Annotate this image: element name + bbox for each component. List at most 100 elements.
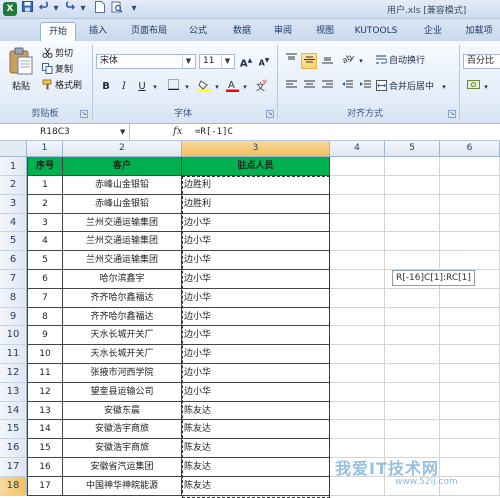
borders-button[interactable] [164, 79, 182, 95]
column-header[interactable]: 4 [330, 141, 385, 157]
table-cell[interactable]: 安徽省汽运集团 [63, 458, 182, 477]
cell[interactable] [330, 157, 385, 176]
font-color-button[interactable]: A [223, 79, 241, 95]
row-header[interactable]: 3 [0, 194, 27, 214]
row-header[interactable]: 16 [0, 439, 27, 458]
table-cell[interactable]: 边小华 [182, 382, 330, 402]
row-header[interactable]: 4 [0, 213, 27, 233]
table-cell[interactable]: 边小华 [182, 213, 330, 233]
tab-page-layout[interactable]: 页面布局 [122, 22, 176, 41]
insert-function-icon[interactable]: fx [173, 124, 182, 140]
row-header[interactable]: 12 [0, 364, 27, 383]
underline-dropdown-icon[interactable]: ▾ [150, 79, 160, 95]
cell[interactable] [385, 364, 440, 383]
decrease-indent-button[interactable] [339, 79, 355, 95]
cell[interactable] [330, 345, 385, 364]
table-cell[interactable]: 兰州交通运输集团 [63, 213, 182, 233]
cell[interactable] [385, 157, 440, 176]
table-cell[interactable]: 赤峰山金银铅 [63, 194, 182, 214]
phonetic-button[interactable]: 文字 [252, 79, 270, 95]
table-cell[interactable]: 6 [27, 270, 63, 289]
cell[interactable] [440, 364, 500, 383]
cell[interactable] [330, 326, 385, 346]
row-header[interactable]: 1 [0, 157, 27, 176]
tab-enterprise[interactable]: 企业 [415, 22, 451, 41]
cell[interactable] [385, 176, 440, 195]
accounting-dropdown-icon[interactable]: ▾ [482, 79, 490, 95]
table-cell[interactable]: 10 [27, 345, 63, 364]
table-cell[interactable]: 9 [27, 326, 63, 346]
column-header[interactable]: 5 [385, 141, 440, 157]
table-cell[interactable]: 边小华 [182, 345, 330, 364]
table-cell[interactable]: 13 [27, 401, 63, 421]
row-header[interactable]: 15 [0, 420, 27, 440]
cell[interactable] [440, 251, 500, 270]
table-header-cell[interactable]: 客户 [63, 157, 182, 176]
column-header[interactable]: 3 [182, 141, 330, 157]
table-cell[interactable]: 8 [27, 307, 63, 327]
table-cell[interactable]: 边小华 [182, 307, 330, 327]
cell[interactable] [330, 420, 385, 440]
table-cell[interactable]: 17 [27, 476, 63, 496]
cell[interactable] [385, 382, 440, 402]
redo-dropdown-icon[interactable]: ▾ [79, 1, 87, 16]
tab-insert[interactable]: 插入 [80, 22, 116, 41]
table-header-cell[interactable]: 驻点人员 [182, 157, 330, 176]
cell[interactable] [330, 213, 385, 233]
table-cell[interactable]: 哈尔滨鑫宇 [63, 270, 182, 289]
table-cell[interactable]: 2 [27, 194, 63, 214]
row-header[interactable]: 7 [0, 270, 27, 289]
cell[interactable] [330, 232, 385, 252]
cell[interactable] [385, 401, 440, 421]
cell[interactable] [440, 420, 500, 440]
cell[interactable] [385, 326, 440, 346]
table-cell[interactable]: 天水长城开关厂 [63, 345, 182, 364]
cell[interactable] [330, 194, 385, 214]
cell[interactable] [440, 345, 500, 364]
row-header[interactable]: 8 [0, 288, 27, 308]
table-cell[interactable]: 15 [27, 439, 63, 458]
align-left-button[interactable] [283, 79, 299, 95]
save-icon[interactable] [20, 1, 34, 16]
table-cell[interactable]: 11 [27, 364, 63, 383]
print-preview-icon[interactable] [110, 1, 124, 16]
shrink-font-button[interactable]: A▼ [256, 53, 272, 69]
align-bottom-button[interactable] [319, 53, 335, 69]
number-format-combo[interactable]: 百分比 [463, 54, 500, 69]
cell[interactable] [330, 364, 385, 383]
new-file-icon[interactable] [93, 1, 107, 16]
table-cell[interactable]: 安徽浩宇商旅 [63, 439, 182, 458]
cell[interactable] [330, 288, 385, 308]
table-cell[interactable]: 陈友达 [182, 458, 330, 477]
tab-review[interactable]: 审阅 [265, 22, 301, 41]
increase-indent-button[interactable] [357, 79, 373, 95]
table-cell[interactable]: 边小华 [182, 270, 330, 289]
row-header[interactable]: 10 [0, 326, 27, 346]
chevron-down-icon[interactable]: ▼ [120, 124, 125, 140]
row-header[interactable]: 18 [0, 476, 27, 496]
cell[interactable] [440, 176, 500, 195]
accounting-format-button[interactable] [464, 79, 482, 95]
cell[interactable] [330, 307, 385, 327]
align-middle-button[interactable] [301, 53, 317, 69]
table-cell[interactable]: 14 [27, 420, 63, 440]
table-cell[interactable]: 16 [27, 458, 63, 477]
row-header[interactable]: 14 [0, 401, 27, 421]
merge-center-button[interactable]: 合并后居中 [376, 79, 440, 95]
font-size-combo[interactable]: 11 ▼ [199, 54, 235, 69]
clipboard-dialog-launcher-icon[interactable]: ↘ [80, 110, 88, 118]
font-color-dropdown-icon[interactable]: ▾ [241, 79, 249, 95]
grow-font-button[interactable]: A▲ [238, 53, 254, 69]
table-cell[interactable]: 3 [27, 213, 63, 233]
fill-color-dropdown-icon[interactable]: ▾ [213, 79, 221, 95]
cell[interactable] [440, 157, 500, 176]
orientation-button[interactable]: ab [339, 53, 357, 69]
cell[interactable] [385, 288, 440, 308]
cell[interactable] [385, 307, 440, 327]
cell[interactable] [330, 401, 385, 421]
table-cell[interactable]: 边小华 [182, 364, 330, 383]
tab-addins[interactable]: 加载项 [458, 22, 500, 41]
merge-dropdown-icon[interactable]: ▾ [440, 79, 448, 95]
align-top-button[interactable] [283, 53, 299, 69]
table-cell[interactable]: 7 [27, 288, 63, 308]
